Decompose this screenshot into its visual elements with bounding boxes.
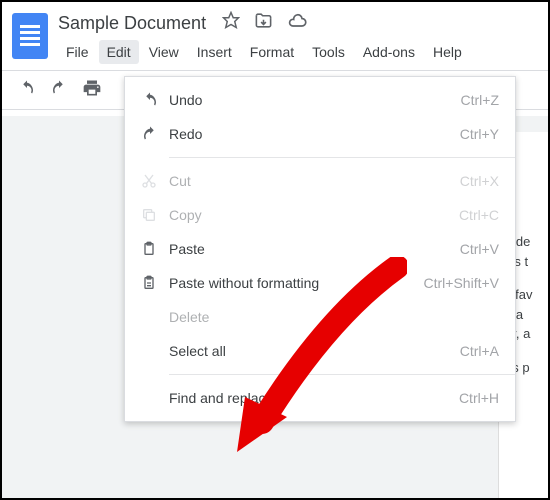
docs-logo[interactable] [10, 10, 50, 62]
paste-icon [141, 241, 169, 257]
copy-icon [141, 207, 169, 223]
menu-label: Undo [169, 92, 461, 108]
menu-shortcut: Ctrl+A [460, 343, 499, 359]
menu-item-redo[interactable]: Redo Ctrl+Y [125, 117, 515, 151]
menu-separator [169, 374, 515, 375]
cut-icon [141, 173, 169, 189]
menu-label: Paste without formatting [169, 275, 424, 291]
docs-icon [12, 13, 48, 59]
menu-label: Select all [169, 343, 460, 359]
menu-file[interactable]: File [58, 40, 97, 64]
menu-addons[interactable]: Add-ons [355, 40, 423, 64]
menu-tools[interactable]: Tools [304, 40, 353, 64]
menu-label: Paste [169, 241, 460, 257]
menu-shortcut: Ctrl+Y [460, 126, 499, 142]
menu-shortcut: Ctrl+H [459, 390, 499, 406]
menu-label: Delete [169, 309, 499, 325]
menu-item-paste-plain[interactable]: Paste without formatting Ctrl+Shift+V [125, 266, 515, 300]
redo-icon[interactable] [50, 79, 68, 102]
menu-shortcut: Ctrl+V [460, 241, 499, 257]
redo-icon [141, 125, 169, 143]
menu-view[interactable]: View [141, 40, 187, 64]
menu-label: Find and replace [169, 390, 459, 406]
menu-item-select-all[interactable]: Select all Ctrl+A [125, 334, 515, 368]
menu-item-find-replace[interactable]: Find and replace Ctrl+H [125, 381, 515, 415]
move-icon[interactable] [254, 11, 273, 36]
print-icon[interactable] [82, 78, 102, 103]
menu-insert[interactable]: Insert [189, 40, 240, 64]
menu-separator [169, 157, 515, 158]
menu-shortcut: Ctrl+X [460, 173, 499, 189]
undo-icon [141, 91, 169, 109]
menu-label: Redo [169, 126, 460, 142]
menubar: File Edit View Insert Format Tools Add-o… [58, 36, 548, 64]
menu-help[interactable]: Help [425, 40, 470, 64]
edit-dropdown-menu: Undo Ctrl+Z Redo Ctrl+Y Cut Ctrl+X Copy … [124, 76, 516, 422]
menu-label: Copy [169, 207, 459, 223]
paste-plain-icon [141, 275, 169, 291]
undo-icon[interactable] [18, 79, 36, 102]
menu-format[interactable]: Format [242, 40, 302, 64]
menu-item-paste[interactable]: Paste Ctrl+V [125, 232, 515, 266]
menu-label: Cut [169, 173, 460, 189]
menu-edit[interactable]: Edit [99, 40, 139, 64]
menu-shortcut: Ctrl+Z [461, 92, 500, 108]
menu-item-delete[interactable]: Delete [125, 300, 515, 334]
menu-shortcut: Ctrl+C [459, 207, 499, 223]
star-icon[interactable] [222, 11, 240, 36]
menu-item-undo[interactable]: Undo Ctrl+Z [125, 83, 515, 117]
menu-item-copy[interactable]: Copy Ctrl+C [125, 198, 515, 232]
menu-shortcut: Ctrl+Shift+V [424, 275, 499, 291]
cloud-status-icon[interactable] [287, 11, 307, 36]
menu-item-cut[interactable]: Cut Ctrl+X [125, 164, 515, 198]
document-title[interactable]: Sample Document [58, 13, 206, 34]
